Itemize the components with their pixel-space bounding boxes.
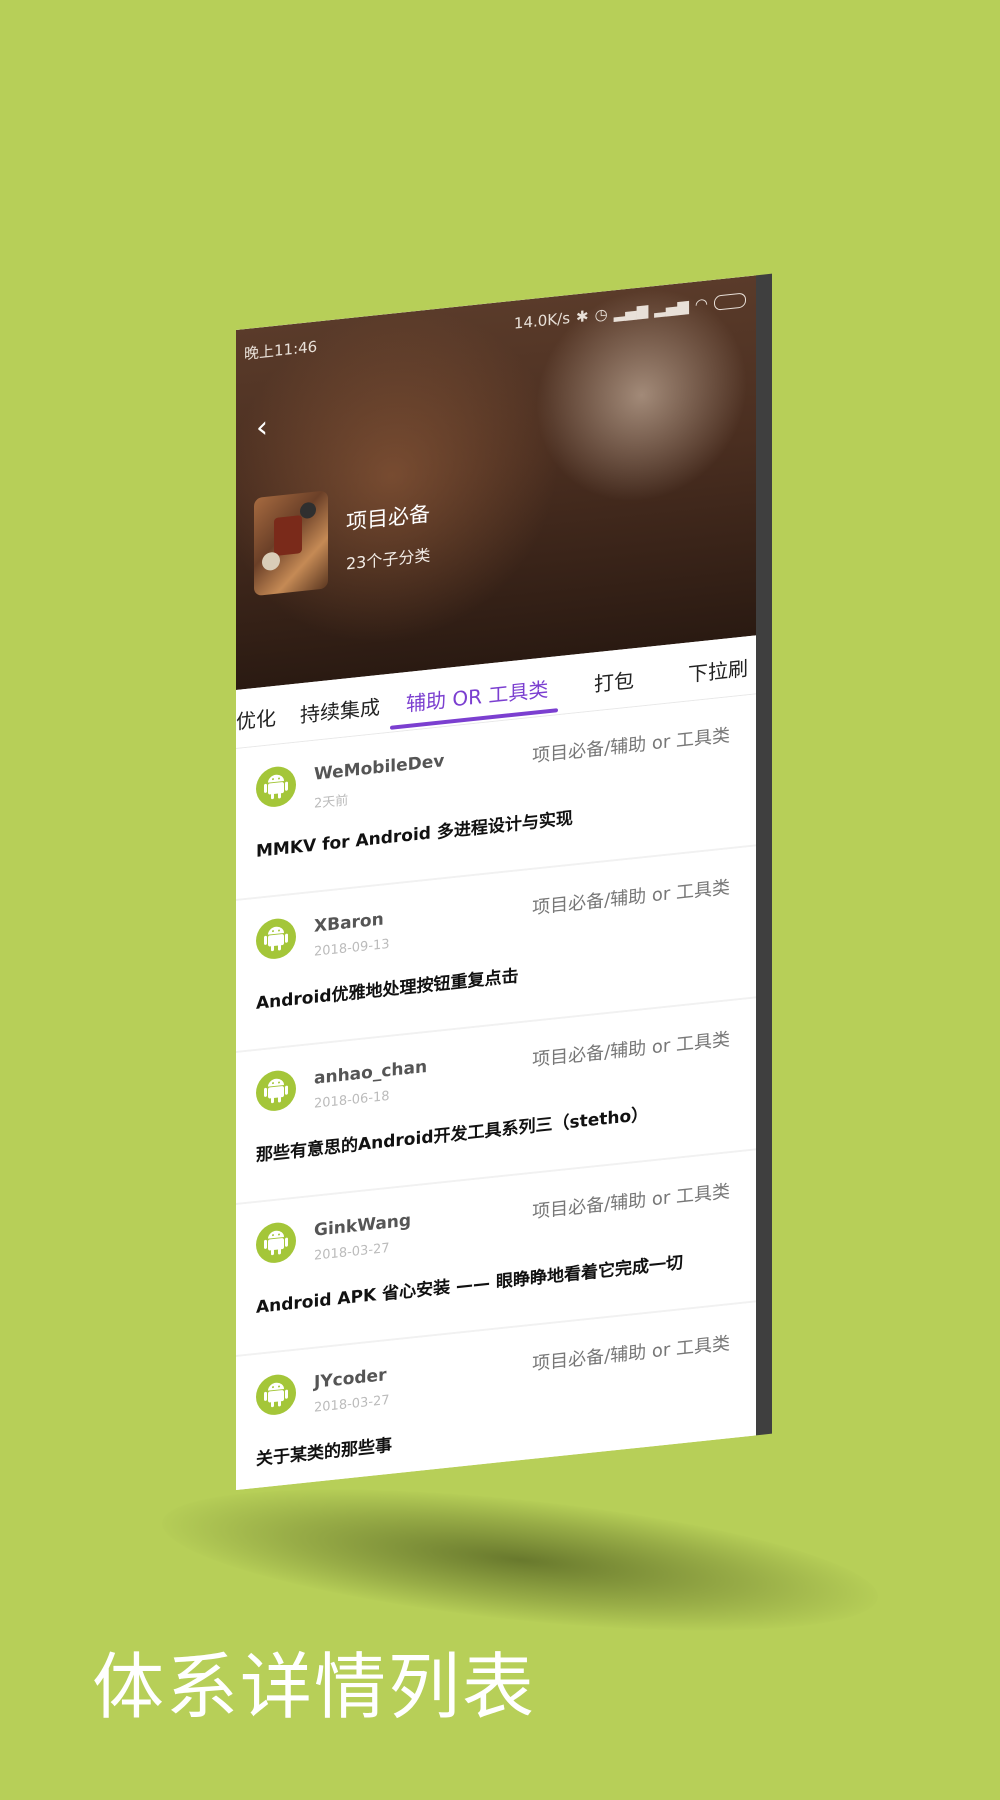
tab-optimize[interactable]: 优化 <box>236 702 276 735</box>
tab-pull-refresh[interactable]: 下拉刷 <box>688 652 748 687</box>
category-cover-image <box>254 490 328 597</box>
signal-icon: ▂▄▆ <box>613 300 649 323</box>
signal-icon-2: ▂▄▆ <box>654 296 689 319</box>
author-name[interactable]: WeMobileDev <box>314 751 444 785</box>
article-category[interactable]: 项目必备/辅助 or 工具类 <box>532 1329 730 1376</box>
android-avatar-icon <box>256 1372 296 1417</box>
author-name[interactable]: JYcoder <box>314 1365 386 1393</box>
tab-ci[interactable]: 持续集成 <box>300 691 380 728</box>
publish-date: 2018-06-18 <box>314 1088 390 1112</box>
page-title: 项目必备 <box>346 501 430 535</box>
article-list: WeMobileDev 2天前 项目必备/辅助 or 工具类 MMKV for … <box>236 694 756 1490</box>
back-arrow-icon[interactable]: ‹ <box>256 409 280 446</box>
author-name[interactable]: GinkWang <box>314 1211 411 1241</box>
publish-date: 2018-03-27 <box>314 1240 390 1264</box>
article-category[interactable]: 项目必备/辅助 or 工具类 <box>532 1177 730 1224</box>
battery-icon <box>714 291 746 311</box>
article-title[interactable]: 关于某类的那些事 <box>256 1431 392 1470</box>
network-speed: 14.0K/s <box>513 308 571 333</box>
status-icons: 14.0K/s ✱ ◷ ▂▄▆ ▂▄▆ ◠ <box>513 290 746 333</box>
author-name[interactable]: anhao_chan <box>314 1057 427 1089</box>
article-title[interactable]: Android优雅地处理按钮重复点击 <box>256 961 519 1014</box>
phone-device: 晚上11:46 14.0K/s ✱ ◷ ▂▄▆ ▂▄▆ ◠ ‹ 项目必备 23个… <box>236 273 772 1490</box>
status-time: 晚上11:46 <box>244 337 318 364</box>
tab-packaging[interactable]: 打包 <box>594 664 634 697</box>
android-avatar-icon <box>256 1068 296 1113</box>
publish-date: 2天前 <box>314 793 349 812</box>
alarm-icon: ◷ <box>594 304 608 325</box>
publish-date: 2018-03-27 <box>314 1392 390 1416</box>
article-title[interactable]: MMKV for Android 多进程设计与实现 <box>256 804 573 862</box>
header-banner: 晚上11:46 14.0K/s ✱ ◷ ▂▄▆ ▂▄▆ ◠ ‹ 项目必备 23个… <box>236 275 756 690</box>
android-avatar-icon <box>256 916 296 961</box>
android-avatar-icon <box>256 764 296 809</box>
android-avatar-icon <box>256 1220 296 1265</box>
publish-date: 2018-09-13 <box>314 936 390 960</box>
article-category[interactable]: 项目必备/辅助 or 工具类 <box>532 873 730 920</box>
subcategory-count: 23个子分类 <box>346 545 431 574</box>
wifi-icon: ◠ <box>694 294 708 314</box>
author-name[interactable]: XBaron <box>314 909 384 936</box>
phone-screen: 晚上11:46 14.0K/s ✱ ◷ ▂▄▆ ▂▄▆ ◠ ‹ 项目必备 23个… <box>236 275 756 1490</box>
bluetooth-icon: ✱ <box>576 306 589 327</box>
article-category[interactable]: 项目必备/辅助 or 工具类 <box>532 721 730 768</box>
slogan: 体系详情列表 <box>92 1645 537 1729</box>
article-category[interactable]: 项目必备/辅助 or 工具类 <box>532 1025 730 1072</box>
phone-side-edge <box>756 273 772 1436</box>
